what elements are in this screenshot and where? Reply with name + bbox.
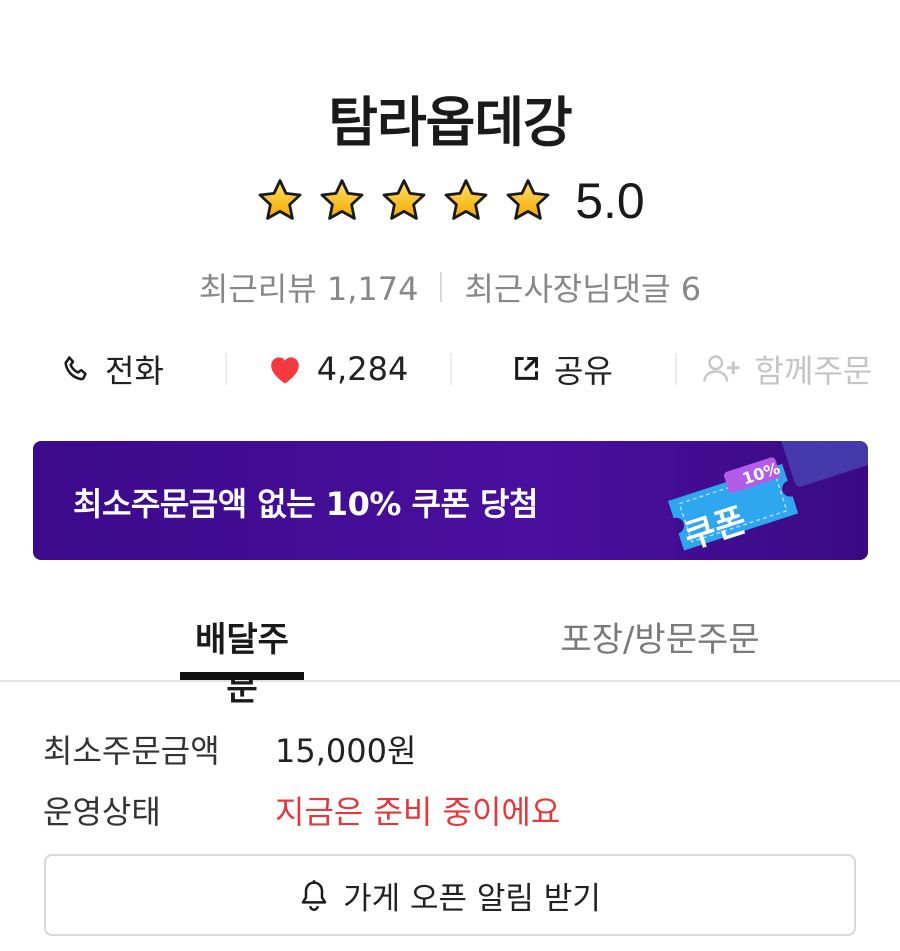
bell-icon [301, 880, 327, 911]
share-icon [515, 356, 539, 380]
banner-text: 최소주문금액 없는 10% 쿠폰 당첨 [73, 485, 538, 523]
status-label: 운영상태 [43, 793, 161, 831]
star-rating [255, 177, 553, 225]
tab-pickup[interactable]: 포장/방문주문 [540, 612, 780, 661]
review-summary: 최근리뷰 1,174 최근사장님댓글 6 [0, 264, 900, 310]
open-notification-button[interactable]: 가게 오픈 알림 받기 [44, 854, 856, 936]
rating-value: 5.0 [575, 173, 645, 229]
store-name: 탐라옵데강 [328, 91, 572, 154]
active-tab-indicator [180, 672, 304, 680]
add-user-icon [702, 355, 740, 382]
star-icon [506, 179, 550, 220]
status-row: 운영상태 지금은 준비 중이에요 [43, 787, 560, 833]
star-icon [320, 179, 364, 220]
like-button[interactable]: 4,284 [225, 340, 450, 398]
call-label: 전화 [105, 352, 164, 390]
call-button[interactable]: 전화 [0, 340, 225, 398]
rating-row: 5.0 [0, 172, 900, 230]
order-type-tabs: 배달주문 포장/방문주문 [0, 600, 900, 709]
recent-reviews-link[interactable]: 최근리뷰 1,174 [199, 264, 419, 310]
share-label: 공유 [554, 352, 613, 390]
min-order-row: 최소주문금액 15,000원 [43, 726, 416, 772]
star-icon [382, 179, 426, 220]
group-order-button[interactable]: 함께주문 [675, 340, 900, 398]
share-button[interactable]: 공유 [450, 340, 675, 398]
likes-count: 4,284 [316, 350, 409, 388]
group-order-label: 함께주문 [754, 352, 873, 390]
min-order-label: 최소주문금액 [43, 732, 220, 770]
star-icon [258, 179, 302, 220]
tab-delivery[interactable]: 배달주문 [180, 612, 304, 710]
status-value: 지금은 준비 중이에요 [275, 793, 561, 831]
star-icon [444, 179, 488, 220]
notify-label: 가게 오픈 알림 받기 [343, 880, 601, 917]
min-order-value: 15,000원 [275, 732, 417, 770]
action-bar: 전화 4,284 공유 함께주문 [0, 340, 900, 398]
coupon-ticket-icon [668, 441, 868, 551]
heart-icon [270, 357, 299, 384]
owner-replies-link[interactable]: 최근사장님댓글 6 [464, 264, 701, 310]
divider [440, 272, 443, 302]
phone-icon [64, 356, 87, 381]
coupon-banner[interactable]: 최소주문금액 없는 10% 쿠폰 당첨 10% 쿠폰 [33, 441, 868, 560]
